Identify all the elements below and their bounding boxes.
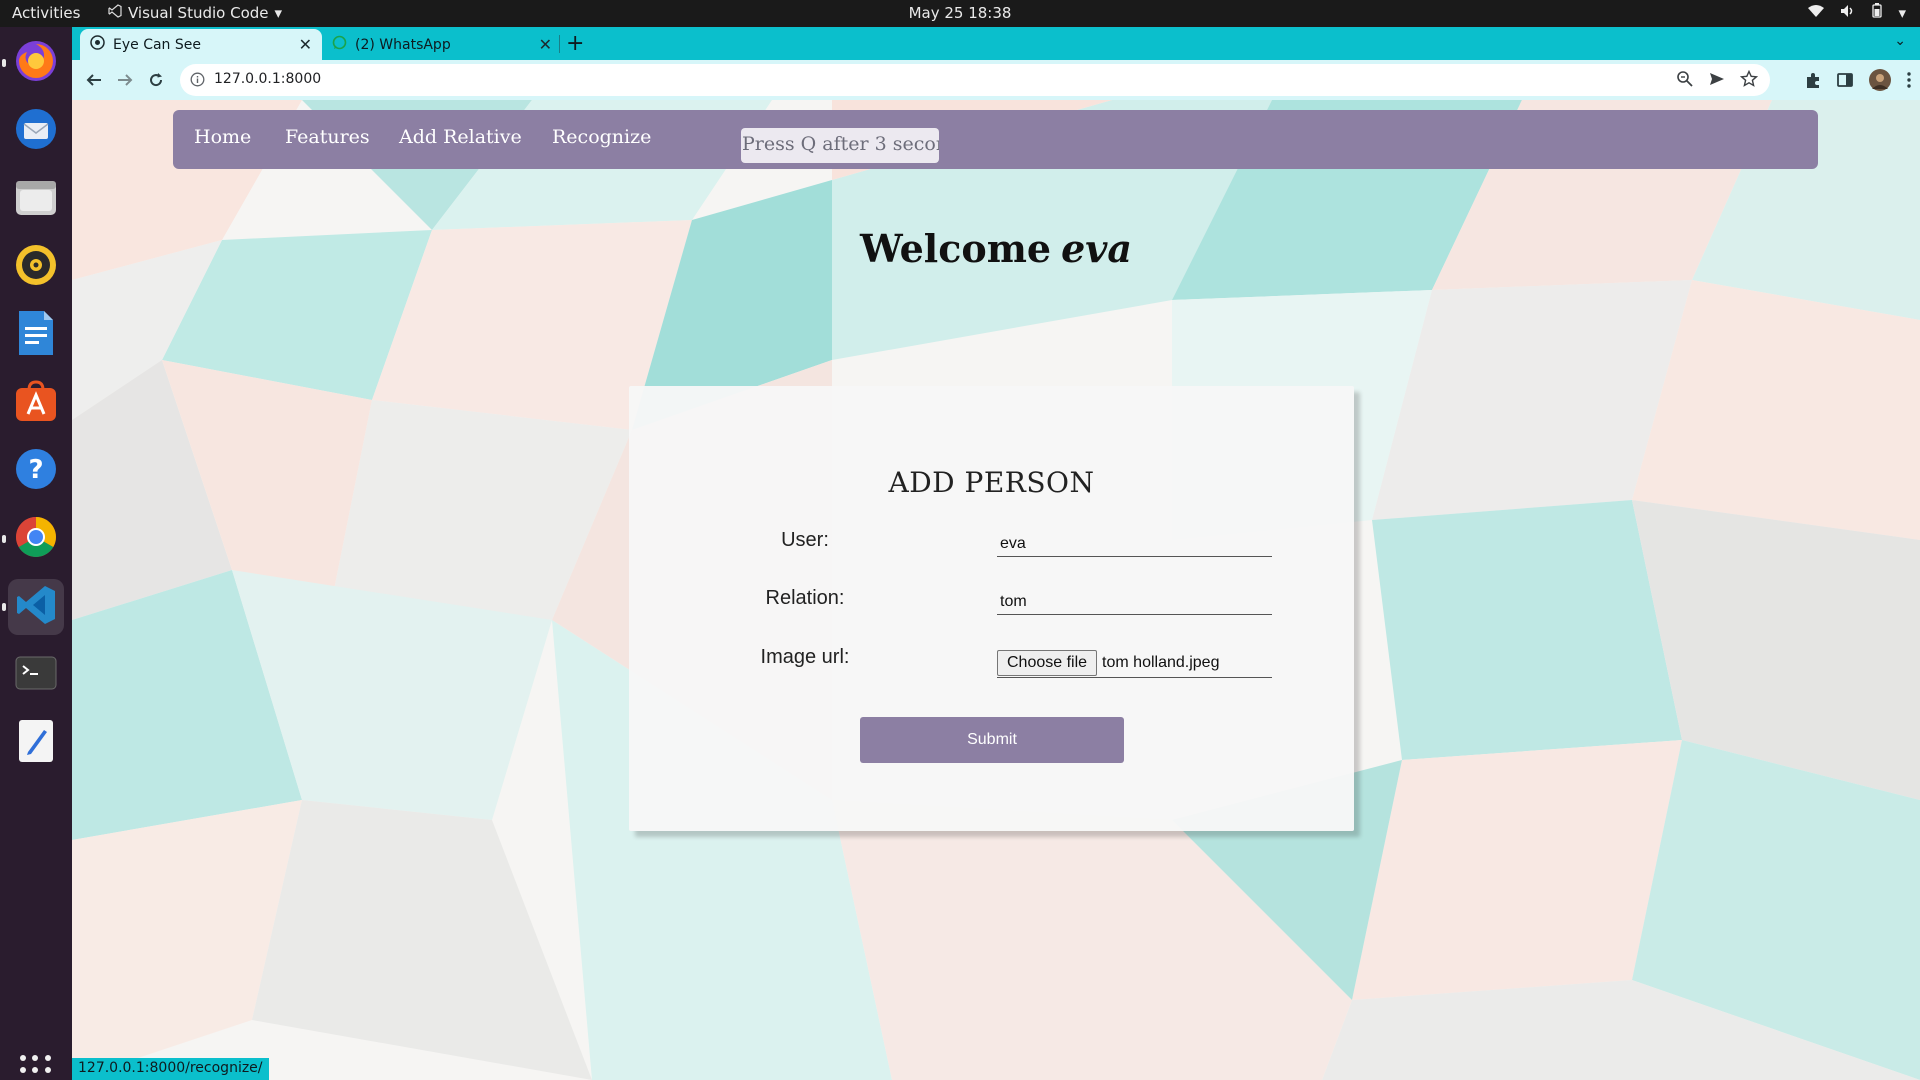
user-label: User: xyxy=(781,529,829,551)
forward-icon[interactable] xyxy=(113,68,137,92)
app-center-icon xyxy=(13,378,59,428)
site-navbar: Home Features Add Relative Recognize Pre… xyxy=(173,110,1818,169)
running-indicator xyxy=(2,59,6,67)
form-title: ADD PERSON xyxy=(888,466,1095,499)
tab-whatsapp[interactable]: (2) WhatsApp ✕ xyxy=(322,29,562,60)
dock-terminal[interactable] xyxy=(8,647,64,703)
dock-help[interactable]: ? xyxy=(8,443,64,499)
side-panel-icon[interactable] xyxy=(1836,71,1854,93)
chrome-favicon-icon xyxy=(90,35,105,54)
clock[interactable]: May 25 18:38 xyxy=(0,4,1920,22)
tab-strip: Eye Can See ✕ (2) WhatsApp ✕ + ⌄ xyxy=(72,27,1920,60)
chevron-down-icon: ▾ xyxy=(1898,3,1906,22)
star-icon[interactable] xyxy=(1739,69,1759,92)
dock-vscode[interactable] xyxy=(2,579,64,635)
web-page: Home Features Add Relative Recognize Pre… xyxy=(72,100,1920,1080)
help-icon: ? xyxy=(13,446,59,496)
browser-window: Eye Can See ✕ (2) WhatsApp ✕ + ⌄ 127.0.0… xyxy=(72,27,1920,1080)
text-editor-icon xyxy=(16,718,56,768)
user-input[interactable] xyxy=(997,525,1272,557)
browser-toolbar: 127.0.0.1:8000 xyxy=(72,60,1920,100)
dock-app-center[interactable] xyxy=(8,375,64,431)
nav-features-link[interactable]: Features xyxy=(285,126,370,148)
volume-icon xyxy=(1840,4,1856,22)
chosen-file-name: tom holland.jpeg xyxy=(1102,653,1220,671)
zoom-icon[interactable] xyxy=(1676,70,1694,92)
battery-icon xyxy=(1872,3,1883,22)
send-icon[interactable] xyxy=(1708,70,1726,92)
status-url-bubble: 127.0.0.1:8000/recognize/ xyxy=(72,1058,269,1080)
back-icon[interactable] xyxy=(82,68,106,92)
relation-label: Relation: xyxy=(765,587,845,609)
terminal-icon xyxy=(14,651,58,699)
rhythmbox-icon xyxy=(14,243,58,291)
recognize-tooltip: Press Q after 3 seconds xyxy=(741,128,939,163)
image-url-label: Image url: xyxy=(760,646,850,668)
avatar[interactable] xyxy=(1868,68,1892,96)
add-person-form: ADD PERSON User: Relation: Image url: Ch… xyxy=(629,386,1354,831)
dock-files[interactable] xyxy=(8,171,64,227)
image-file-input[interactable]: Choose file tom holland.jpeg xyxy=(997,648,1272,678)
dock-thunderbird[interactable] xyxy=(8,103,64,159)
reload-icon[interactable] xyxy=(144,68,168,92)
submit-button[interactable]: Submit xyxy=(860,717,1124,763)
running-indicator xyxy=(2,535,6,543)
tab-eye-can-see[interactable]: Eye Can See ✕ xyxy=(80,29,322,60)
show-applications-icon[interactable] xyxy=(20,1055,52,1080)
url-text: 127.0.0.1:8000 xyxy=(214,71,322,87)
running-indicator xyxy=(2,603,6,611)
system-tray[interactable]: ▾ xyxy=(1808,3,1906,22)
close-icon[interactable]: ✕ xyxy=(299,35,312,54)
tab-separator xyxy=(559,35,560,53)
dock-chrome[interactable] xyxy=(2,511,64,567)
files-icon xyxy=(14,175,58,223)
welcome-heading: Welcome eva xyxy=(72,226,1920,271)
chrome-icon xyxy=(13,514,59,564)
dock: ? xyxy=(0,27,72,1080)
close-icon[interactable]: ✕ xyxy=(539,35,552,54)
vscode-icon xyxy=(14,583,58,631)
welcome-prefix: Welcome xyxy=(860,226,1052,271)
whatsapp-favicon-icon xyxy=(332,35,347,54)
tab-title: (2) WhatsApp xyxy=(355,36,451,53)
thunderbird-icon xyxy=(13,106,59,156)
dock-writer[interactable] xyxy=(8,307,64,363)
dock-text-editor[interactable] xyxy=(8,715,64,771)
nav-add-relative-link[interactable]: Add Relative xyxy=(399,126,522,148)
info-icon[interactable] xyxy=(190,72,205,91)
welcome-username: eva xyxy=(1061,226,1132,271)
libreoffice-writer-icon xyxy=(16,309,56,361)
nav-home-link[interactable]: Home xyxy=(194,126,251,148)
nav-recognize-link[interactable]: Recognize xyxy=(552,126,651,148)
extensions-icon[interactable] xyxy=(1804,71,1822,93)
firefox-icon xyxy=(13,38,59,88)
relation-input[interactable] xyxy=(997,583,1272,615)
choose-file-button[interactable]: Choose file xyxy=(997,649,1098,676)
system-top-bar: Activities Visual Studio Code ▾ May 25 1… xyxy=(0,0,1920,27)
address-bar[interactable]: 127.0.0.1:8000 xyxy=(180,64,1770,96)
svg-text:?: ? xyxy=(28,455,43,485)
wifi-icon xyxy=(1808,4,1825,22)
tab-title: Eye Can See xyxy=(113,36,201,53)
tab-search-chevron-icon[interactable]: ⌄ xyxy=(1894,33,1906,49)
menu-kebab-icon[interactable] xyxy=(1906,71,1912,93)
new-tab-icon[interactable]: + xyxy=(566,31,584,56)
dock-firefox[interactable] xyxy=(2,35,64,91)
dock-rhythmbox[interactable] xyxy=(8,239,64,295)
